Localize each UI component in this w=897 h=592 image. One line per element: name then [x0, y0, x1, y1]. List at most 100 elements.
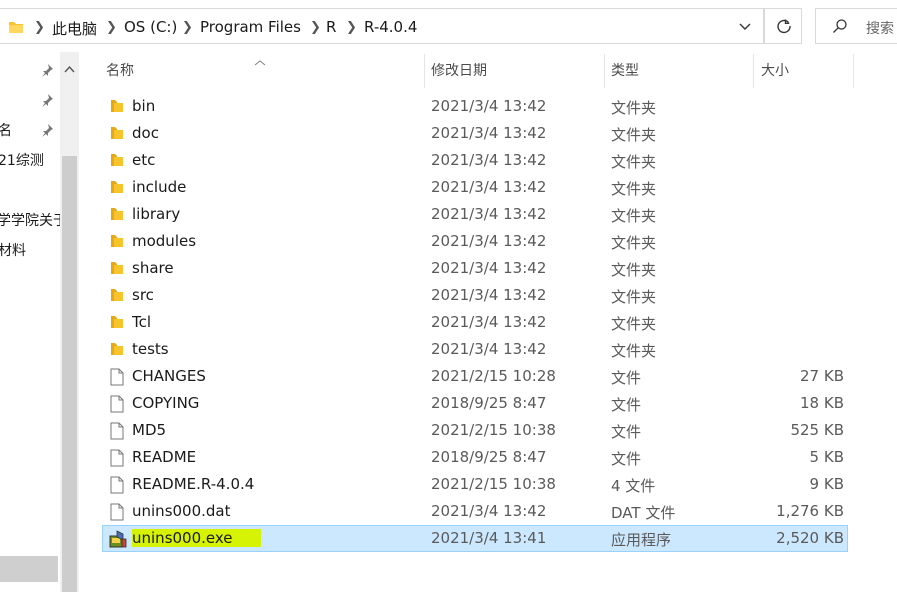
nav-item[interactable]: 名	[0, 120, 12, 140]
file-row[interactable]: MD5 2021/2/15 10:38 文件 525 KB	[102, 417, 848, 444]
file-row[interactable]: tests 2021/3/4 13:42 文件夹	[102, 336, 848, 363]
nav-item[interactable]: 学学院关于	[0, 210, 60, 230]
file-date: 2021/2/15 10:28	[431, 367, 556, 385]
file-row[interactable]: src 2021/3/4 13:42 文件夹	[102, 282, 848, 309]
file-row[interactable]: library 2021/3/4 13:42 文件夹	[102, 201, 848, 228]
file-name: etc	[132, 151, 156, 169]
file-date: 2021/2/15 10:38	[431, 421, 556, 439]
file-type: 应用程序	[611, 531, 672, 549]
column-header-name[interactable]: 名称	[106, 60, 134, 80]
file-icon	[109, 503, 125, 525]
breadcrumb-r-4-0-4[interactable]: R-4.0.4	[364, 18, 417, 36]
breadcrumb-r[interactable]: R	[326, 18, 336, 36]
column-divider[interactable]	[853, 54, 854, 88]
installer-icon	[109, 530, 127, 552]
folder-icon	[109, 179, 125, 199]
file-icon	[109, 476, 125, 498]
column-header-type[interactable]: 类型	[611, 60, 639, 80]
file-row[interactable]: etc 2021/3/4 13:42 文件夹	[102, 147, 848, 174]
pin-icon[interactable]	[40, 92, 54, 107]
file-name: README	[132, 448, 197, 466]
folder-icon	[109, 206, 125, 226]
file-row[interactable]: include 2021/3/4 13:42 文件夹	[102, 174, 848, 201]
column-header-size[interactable]: 大小	[761, 60, 789, 80]
column-divider[interactable]	[604, 54, 605, 88]
chevron-right-icon[interactable]: ❯	[346, 20, 357, 35]
file-row[interactable]: modules 2021/3/4 13:42 文件夹	[102, 228, 848, 255]
file-date: 2021/3/4 13:42	[431, 232, 547, 250]
chevron-right-icon[interactable]: ❯	[182, 20, 193, 35]
file-row[interactable]: unins000.exe 2021/3/4 13:41 应用程序 2,520 KB	[102, 525, 848, 552]
refresh-button[interactable]	[764, 8, 802, 44]
file-date: 2021/3/4 13:42	[431, 313, 547, 331]
file-type: 文件夹	[611, 99, 657, 117]
file-type: 4 文件	[611, 477, 656, 495]
file-row[interactable]: COPYING 2018/9/25 8:47 文件 18 KB	[102, 390, 848, 417]
breadcrumb-this-pc[interactable]: 此电脑	[52, 18, 97, 39]
file-name: COPYING	[132, 394, 200, 412]
nav-selected-item[interactable]	[0, 556, 58, 582]
refresh-icon	[777, 19, 791, 34]
file-date: 2021/3/4 13:42	[431, 97, 547, 115]
file-icon	[109, 368, 125, 390]
file-row[interactable]: README 2018/9/25 8:47 文件 5 KB	[102, 444, 848, 471]
file-type: 文件夹	[611, 153, 657, 171]
file-icon	[109, 395, 125, 417]
file-type: DAT 文件	[611, 504, 676, 522]
nav-scrollbar[interactable]	[60, 52, 79, 592]
folder-icon	[109, 233, 125, 253]
file-name: tests	[132, 340, 169, 358]
file-name: doc	[132, 124, 159, 142]
file-size: 525 KB	[790, 421, 844, 439]
file-size: 2,520 KB	[776, 529, 844, 547]
file-row[interactable]: bin 2021/3/4 13:42 文件夹	[102, 93, 848, 120]
file-type: 文件	[611, 396, 642, 414]
folder-icon	[8, 19, 24, 38]
chevron-right-icon[interactable]: ❯	[34, 20, 45, 35]
file-name: bin	[132, 97, 156, 115]
file-row[interactable]: README.R-4.0.4 2021/2/15 10:38 4 文件 9 KB	[102, 471, 848, 498]
nav-item[interactable]: 21综测	[0, 150, 44, 170]
breadcrumb-program-files[interactable]: Program Files	[200, 18, 301, 36]
address-bar[interactable]: ❯ 此电脑 ❯ OS (C:) ❯ Program Files ❯ R ❯ R-…	[0, 8, 764, 44]
folder-icon	[109, 314, 125, 334]
file-name: CHANGES	[132, 367, 206, 385]
file-date: 2021/3/4 13:42	[431, 286, 547, 304]
chevron-right-icon[interactable]: ❯	[106, 20, 117, 35]
folder-icon	[109, 152, 125, 172]
breadcrumb-os-c[interactable]: OS (C:)	[124, 18, 177, 36]
folder-icon	[109, 341, 125, 361]
file-row[interactable]: Tcl 2021/3/4 13:42 文件夹	[102, 309, 848, 336]
file-name: Tcl	[132, 313, 152, 331]
file-type: 文件夹	[611, 234, 657, 252]
file-name: MD5	[132, 421, 167, 439]
file-row[interactable]: doc 2021/3/4 13:42 文件夹	[102, 120, 848, 147]
file-row[interactable]: unins000.dat 2021/3/4 13:42 DAT 文件 1,276 KB	[102, 498, 848, 525]
file-date: 2021/3/4 13:42	[431, 124, 547, 142]
file-name: unins000.exe	[132, 529, 261, 547]
folder-icon	[109, 125, 125, 145]
folder-icon	[109, 287, 125, 307]
file-size: 9 KB	[809, 475, 844, 493]
file-type: 文件夹	[611, 126, 657, 144]
navigation-pane: 名 21综测 学学院关于 材料	[0, 52, 60, 592]
pin-icon[interactable]	[40, 122, 54, 137]
file-name: README.R-4.0.4	[132, 475, 255, 493]
pin-icon[interactable]	[40, 62, 54, 77]
search-box[interactable]: 搜索	[815, 8, 897, 44]
file-row[interactable]: share 2021/3/4 13:42 文件夹	[102, 255, 848, 282]
file-date: 2021/3/4 13:42	[431, 178, 547, 196]
column-header-date[interactable]: 修改日期	[431, 60, 487, 80]
nav-item[interactable]: 材料	[0, 240, 26, 260]
column-divider[interactable]	[753, 54, 754, 88]
scrollbar-thumb[interactable]	[62, 156, 77, 592]
file-size: 27 KB	[800, 367, 844, 385]
file-row[interactable]: CHANGES 2021/2/15 10:28 文件 27 KB	[102, 363, 848, 390]
file-date: 2021/3/4 13:42	[431, 205, 547, 223]
column-divider[interactable]	[424, 54, 425, 88]
file-name: modules	[132, 232, 197, 250]
file-date: 2021/3/4 13:42	[431, 151, 547, 169]
scroll-up-icon[interactable]	[64, 58, 75, 77]
chevron-right-icon[interactable]: ❯	[310, 20, 321, 35]
chevron-down-icon[interactable]	[736, 17, 754, 35]
